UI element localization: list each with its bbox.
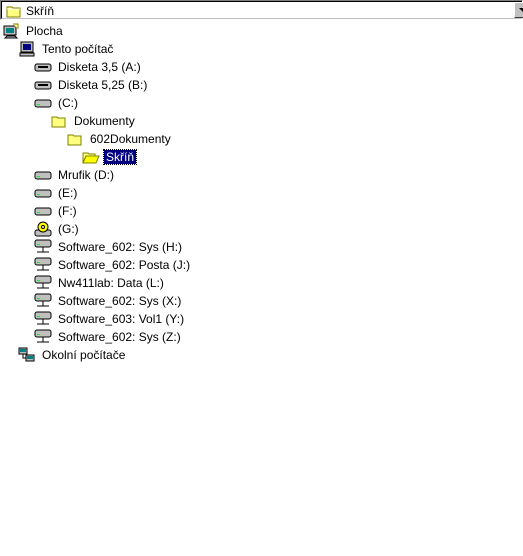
tree-item[interactable]: Mrufik (D:) — [34, 166, 116, 184]
tree-item-label: (G:) — [58, 222, 79, 236]
hard-drive-icon — [34, 203, 52, 219]
hard-drive-icon — [34, 167, 52, 183]
tree-item-label: (F:) — [58, 204, 77, 218]
tree-item-label: Nw411lab: Data (L:) — [58, 276, 164, 290]
my-computer-icon — [18, 41, 36, 57]
tree-item[interactable]: Dokumenty — [50, 112, 137, 130]
tree-item[interactable]: (F:) — [34, 202, 79, 220]
network-drive-icon — [34, 275, 52, 291]
tree-item-label: Tento počítač — [42, 42, 114, 56]
combo-field[interactable]: Skříň — [1, 1, 522, 19]
chevron-down-icon — [519, 8, 523, 12]
tree-item-label: Software_602: Sys (H:) — [58, 240, 183, 254]
floppy-drive-icon — [34, 59, 52, 75]
tree-item[interactable]: Plocha — [2, 22, 65, 40]
network-neighborhood-icon — [18, 347, 36, 363]
tree-item-label: Plocha — [26, 24, 63, 38]
tree-item[interactable]: Software_602: Posta (J:) — [34, 256, 192, 274]
tree-item[interactable]: Skříň — [82, 148, 138, 166]
combo-value: Skříň — [26, 4, 55, 18]
network-drive-icon — [34, 311, 52, 327]
tree-item-label: Mrufik (D:) — [58, 168, 114, 182]
tree-item[interactable]: Disketa 5,25 (B:) — [34, 76, 149, 94]
tree-item-label: Software_602: Sys (X:) — [58, 294, 182, 308]
tree-item-label: 602Dokumenty — [90, 132, 171, 146]
folder-tree: Plocha Tento počítač Disketa 3,5 (A:) Diske… — [0, 22, 523, 556]
tree-item-label: Skříň — [102, 149, 138, 165]
tree-item-label: Disketa 5,25 (B:) — [58, 78, 148, 92]
tree-item-label: Software_602: Sys (Z:) — [58, 330, 181, 344]
desktop-icon — [2, 23, 20, 39]
tree-item-label: Disketa 3,5 (A:) — [58, 60, 141, 74]
tree-item[interactable]: (G:) — [34, 220, 81, 238]
tree-item[interactable]: Disketa 3,5 (A:) — [34, 58, 143, 76]
tree-item-label: Okolní počítače — [42, 348, 126, 362]
network-drive-icon — [34, 293, 52, 309]
tree-item[interactable]: Software_602: Sys (H:) — [34, 238, 184, 256]
tree-item-label: (C:) — [58, 96, 78, 110]
tree-item[interactable]: Software_602: Sys (X:) — [34, 292, 183, 310]
folder-icon — [66, 131, 84, 147]
tree-item[interactable]: Tento počítač — [18, 40, 115, 58]
open-folder-icon — [82, 149, 100, 165]
tree-item-label: Software_602: Posta (J:) — [58, 258, 191, 272]
folder-icon — [6, 4, 22, 21]
network-drive-icon — [34, 257, 52, 273]
tree-item[interactable]: Software_602: Sys (Z:) — [34, 328, 183, 346]
folder-icon — [50, 113, 68, 129]
floppy-drive-icon — [34, 77, 52, 93]
network-drive-icon — [34, 239, 52, 255]
tree-item-label: Dokumenty — [74, 114, 135, 128]
dropdown-button[interactable] — [514, 2, 523, 18]
network-drive-icon — [34, 329, 52, 345]
hard-drive-icon — [34, 95, 52, 111]
hard-drive-icon — [34, 185, 52, 201]
tree-item-label: (E:) — [58, 186, 78, 200]
tree-item[interactable]: 602Dokumenty — [66, 130, 173, 148]
tree-item[interactable]: (E:) — [34, 184, 79, 202]
tree-item[interactable]: Okolní počítače — [18, 346, 127, 364]
tree-item[interactable]: (C:) — [34, 94, 80, 112]
tree-item-label: Software_603: Vol1 (Y:) — [58, 312, 185, 326]
address-combobox[interactable]: Skříň — [0, 0, 523, 20]
tree-item[interactable]: Nw411lab: Data (L:) — [34, 274, 166, 292]
cd-drive-icon — [34, 221, 52, 237]
tree-item[interactable]: Software_603: Vol1 (Y:) — [34, 310, 186, 328]
